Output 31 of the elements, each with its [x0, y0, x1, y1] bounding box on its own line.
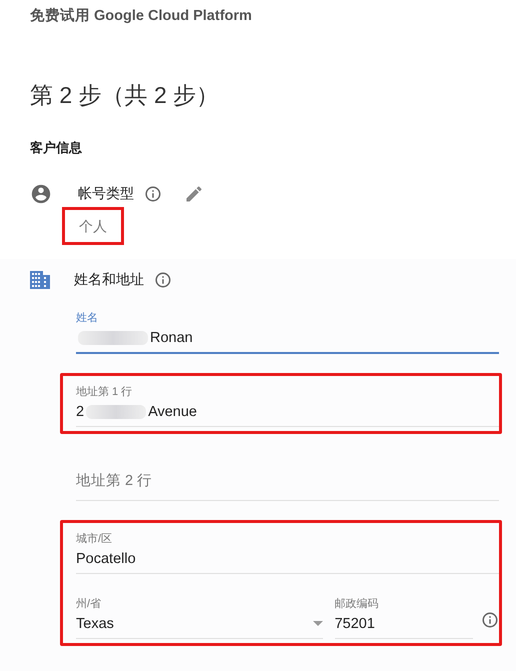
dropdown-caret-icon: [312, 621, 323, 627]
field-value: 2: [76, 404, 84, 420]
field-label: 城市/区: [76, 532, 112, 546]
page-title: 免费试用 Google Cloud Platform: [29, 6, 253, 26]
field-value: 75201: [334, 616, 375, 632]
input-field[interactable]: 城市/区 Pocatello: [76, 531, 499, 574]
field-label: 州/省: [76, 597, 102, 611]
input-field[interactable]: 地址第 1 行 2 Avenue: [76, 384, 499, 427]
step-heading: 第 2 步（共 2 步）: [30, 81, 220, 110]
info-icon[interactable]: [144, 185, 162, 203]
placeholder-text: 地址第 2 行: [76, 472, 152, 490]
field-value: Pocatello: [76, 551, 136, 567]
info-icon[interactable]: [481, 611, 499, 629]
input-field[interactable]: 地址第 2 行: [76, 457, 499, 501]
field-value: Texas: [76, 616, 114, 632]
field-label: 邮政编码: [334, 597, 379, 611]
name-address-label: 姓名和地址: [74, 271, 144, 289]
account-type-label: 帐号类型: [78, 185, 134, 203]
redaction-blur: [86, 405, 146, 419]
input-field[interactable]: 邮政编码 75201: [334, 596, 473, 639]
section-heading: 客户信息: [30, 139, 83, 157]
edit-icon[interactable]: [184, 184, 204, 204]
info-icon[interactable]: [154, 271, 172, 289]
field-label: 姓名: [76, 311, 98, 325]
account-type-value: 个人: [62, 207, 124, 245]
field-value: Avenue: [148, 404, 197, 420]
building-icon: [30, 271, 50, 289]
field-label: 地址第 1 行: [76, 385, 132, 399]
state-dropdown[interactable]: 州/省 Texas: [76, 596, 323, 639]
input-field[interactable]: 姓名 Ronan: [76, 310, 499, 354]
field-value: Ronan: [150, 330, 193, 346]
